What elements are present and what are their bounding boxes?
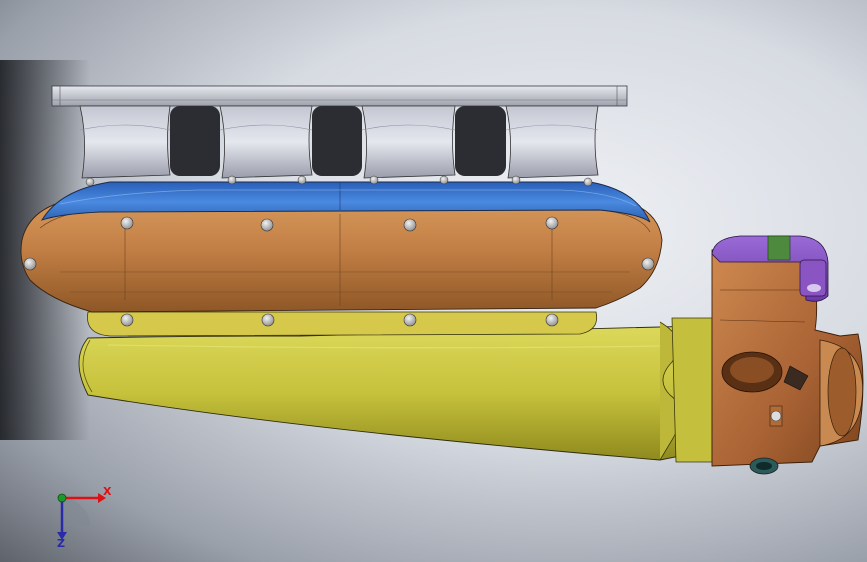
bolt: [583, 177, 593, 187]
intake-manifold-model[interactable]: [0, 0, 867, 562]
plenum-gasket[interactable]: [87, 311, 598, 337]
plenum-body[interactable]: [20, 197, 663, 313]
bolt: [545, 313, 559, 327]
graphics-viewport[interactable]: X Z: [0, 0, 867, 562]
flange-plate[interactable]: [51, 85, 628, 107]
bolt: [511, 175, 521, 185]
z-axis-label: Z: [57, 537, 65, 548]
throttle-body[interactable]: [711, 243, 864, 475]
y-axis-dot: [57, 493, 67, 503]
runners[interactable]: [79, 105, 599, 179]
bolt: [120, 216, 134, 230]
bolt: [227, 175, 237, 185]
coordinate-triad: X Z: [57, 485, 112, 548]
bolt: [641, 257, 655, 271]
bolt: [403, 218, 417, 232]
bolt: [261, 313, 275, 327]
inlet-tube[interactable]: [78, 317, 713, 463]
bolt: [403, 313, 417, 327]
bolt: [369, 175, 379, 185]
bolt: [260, 218, 274, 232]
bolt: [85, 177, 95, 187]
bolt: [297, 175, 307, 185]
x-axis-label: X: [103, 485, 112, 498]
bolt: [23, 257, 37, 271]
bolt: [439, 175, 449, 185]
bolt: [120, 313, 134, 327]
bolt: [545, 216, 559, 230]
